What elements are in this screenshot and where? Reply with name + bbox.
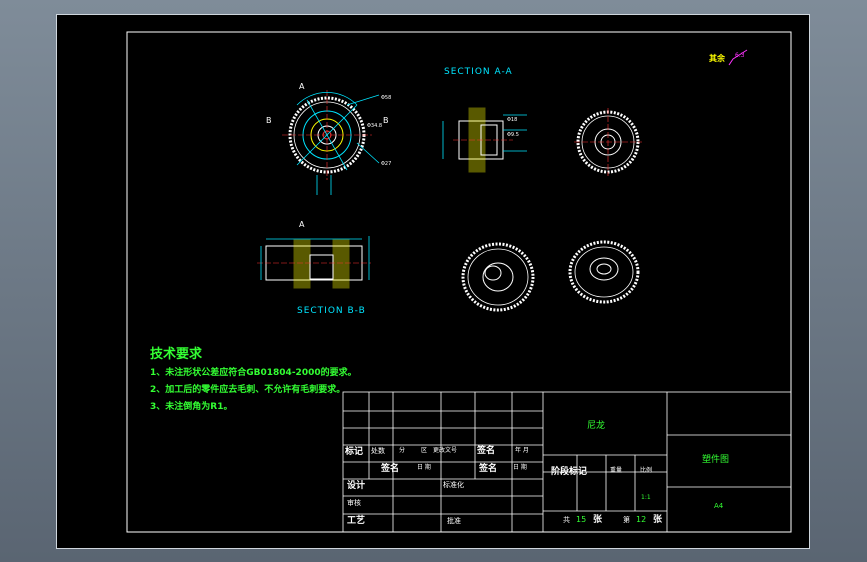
tb-standard: 标准化 (443, 481, 464, 489)
tb-weight: 重量 (610, 467, 623, 474)
tb-date-ym: 年 月 (515, 447, 529, 454)
svg-text:Φ9.5: Φ9.5 (507, 132, 519, 138)
dim-label: Φ58 (381, 95, 391, 101)
view-label-b-left: B (266, 116, 272, 125)
gear-iso-view-2 (568, 240, 640, 304)
tb-scale: 比例 (640, 467, 653, 474)
view-label-b-right: B (383, 116, 389, 125)
tb-sign: 签名 (477, 446, 496, 456)
part-name-text: 塑件图 (702, 455, 730, 465)
section-bb-view (257, 236, 371, 289)
material-text: 尼龙 (587, 421, 606, 431)
view-label-a-top: A (299, 82, 305, 91)
tb-total: 15 (576, 515, 587, 524)
tb-zone2: 区 (421, 447, 428, 454)
tb-approve: 批准 (447, 517, 461, 525)
tb-mark: 标记 (345, 447, 364, 457)
gear-front-view: Φ58 Φ27 Φ34.8 (282, 90, 391, 195)
tb-process: 工艺 (347, 516, 366, 526)
view-label-a-bottom: A (299, 220, 305, 229)
tb-stage-mark: 阶段标记 (551, 467, 588, 477)
roughness-value: 6.3 (735, 52, 745, 59)
tb-date: 日 期 (417, 464, 431, 471)
tb-total-label: 共 (563, 516, 570, 524)
tb-count: 处数 (371, 447, 385, 455)
tb-sheet-unit2: 张 (653, 515, 663, 525)
tech-req-item-1: 1、未注形状公差应符合GB01804-2000的要求。 (150, 368, 357, 378)
dim-label: Φ27 (381, 161, 391, 167)
tb-sign2: 签名 (381, 464, 400, 474)
tb-sign3: 签名 (479, 464, 498, 474)
tb-scale-value: 1:1 (641, 494, 651, 501)
tb-change-doc: 更改文号 (433, 447, 458, 454)
section-aa-view: Φ18 Φ9.5 (442, 107, 527, 173)
dim-label: Φ34.8 (367, 123, 382, 129)
gear-right-view (574, 108, 642, 176)
tech-req-item-2: 2、加工后的零件应去毛刺、不允许有毛刺要求。 (150, 385, 346, 395)
tb-sheet-label: 第 (623, 516, 630, 524)
tb-size: A4 (714, 502, 724, 510)
tb-review: 审核 (347, 499, 361, 507)
gear-iso-view-1 (461, 242, 535, 312)
roughness-label: 其余 (709, 54, 725, 63)
tb-sheet-no: 12 (636, 515, 647, 524)
tb-sheet-unit: 张 (593, 515, 603, 525)
tech-req-item-3: 3、未注倒角为R1。 (150, 402, 233, 412)
svg-text:Φ18: Φ18 (507, 117, 517, 123)
drawing-sheet: Φ58 Φ27 Φ34.8 Φ18 Φ9.5 (126, 31, 792, 533)
drawing-viewport[interactable]: Φ58 Φ27 Φ34.8 Φ18 Φ9.5 SECTION A-A SECTI… (56, 14, 810, 549)
section-bb-title: SECTION B-B (297, 306, 366, 316)
tb-design: 设计 (347, 481, 366, 491)
tb-date2: 日 期 (513, 464, 527, 471)
section-aa-title: SECTION A-A (444, 67, 513, 77)
tb-zone: 分 (399, 447, 406, 454)
drawing-frame (126, 31, 792, 533)
tech-req-title: 技术要求 (150, 347, 203, 362)
